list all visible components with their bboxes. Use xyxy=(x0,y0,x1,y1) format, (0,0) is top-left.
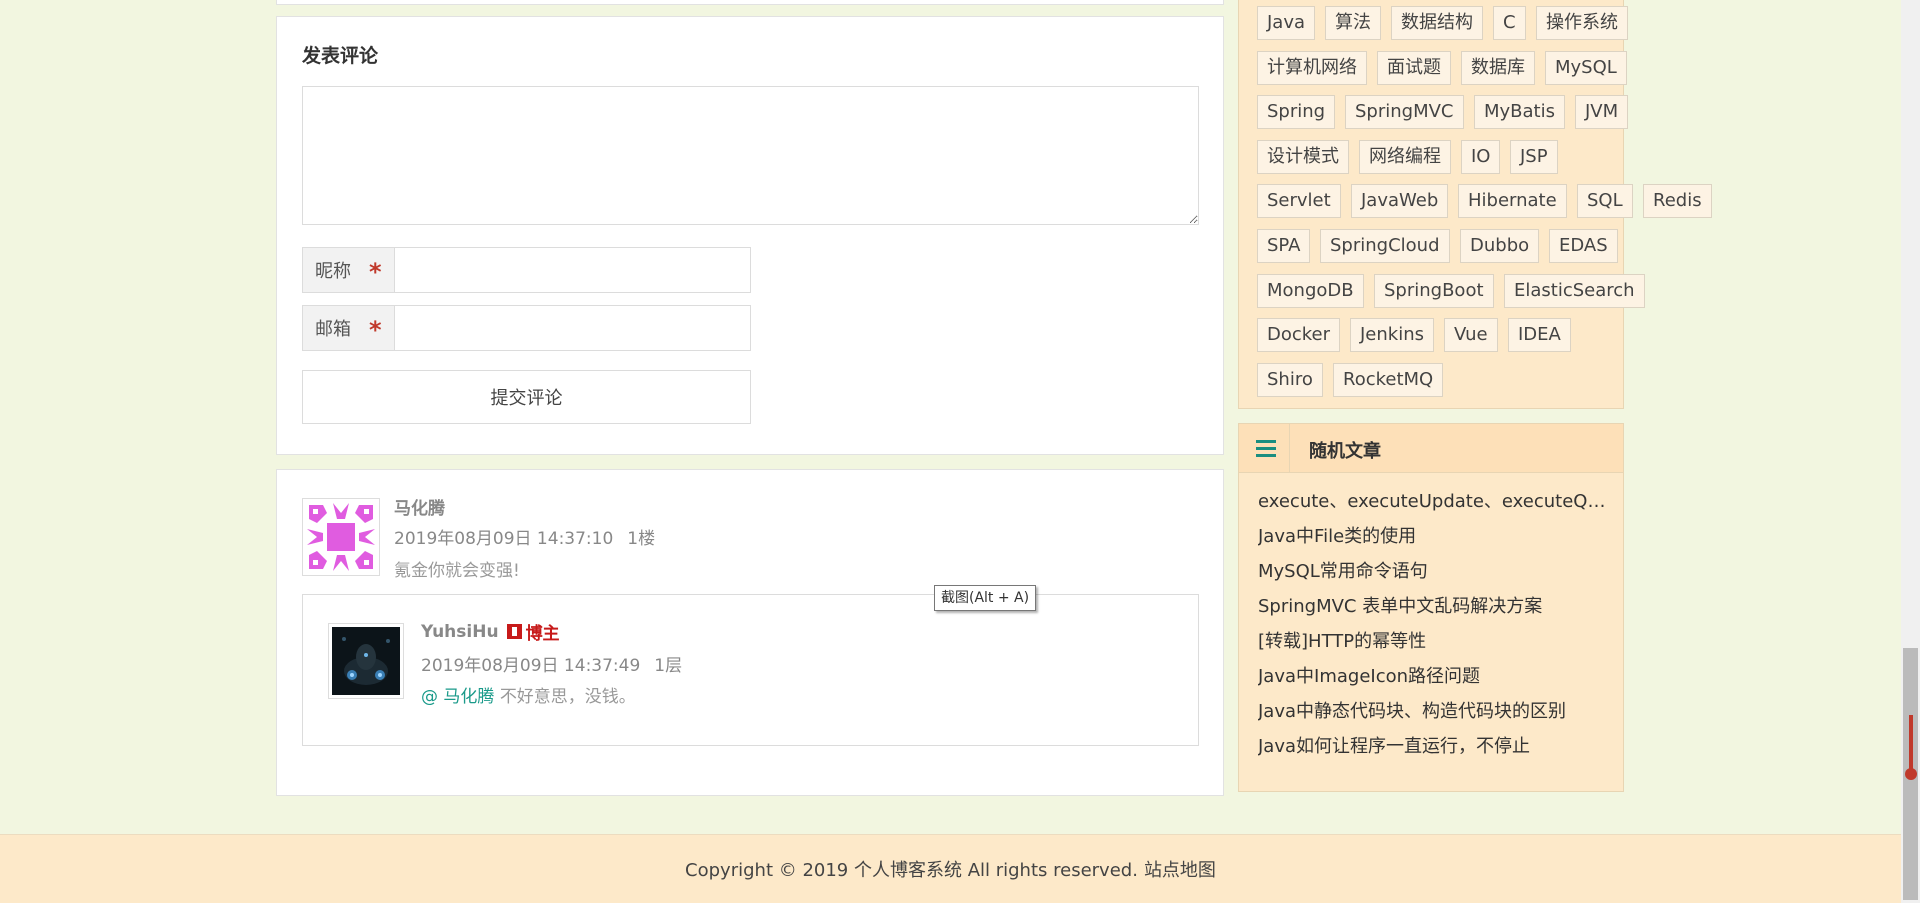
reply-floor: 1层 xyxy=(654,656,683,676)
random-article-link[interactable]: Java中ImageIcon路径问题 xyxy=(1258,659,1608,694)
tag-springboot[interactable]: SpringBoot xyxy=(1374,273,1494,308)
tag--[interactable]: 面试题 xyxy=(1377,50,1451,85)
tag--[interactable]: 数据库 xyxy=(1461,50,1535,85)
comment-floor: 1楼 xyxy=(627,529,656,549)
required-mark: * xyxy=(369,258,382,286)
random-articles-list: execute、executeUpdate、executeQuery三者的区别 … xyxy=(1258,484,1608,764)
email-input[interactable] xyxy=(395,306,750,350)
tag--[interactable]: 网络编程 xyxy=(1359,139,1451,174)
comment-time: 2019年08月09日 14:37:10 xyxy=(394,529,614,549)
thermometer-bulb-icon xyxy=(1905,768,1917,780)
menu-icon xyxy=(1256,440,1276,457)
avatar xyxy=(328,623,404,699)
tag-dubbo[interactable]: Dubbo xyxy=(1460,229,1540,263)
tag-docker[interactable]: Docker xyxy=(1257,318,1341,353)
reply-time: 2019年08月09日 14:37:49 xyxy=(421,656,641,676)
tag-jsp[interactable]: JSP xyxy=(1510,139,1558,174)
comment-form-title: 发表评论 xyxy=(302,45,379,67)
tag--[interactable]: 算法 xyxy=(1325,6,1381,40)
tag-mysql[interactable]: MySQL xyxy=(1545,50,1627,85)
random-article-link[interactable]: execute、executeUpdate、executeQuery三者的区别 xyxy=(1258,484,1608,519)
random-article-link[interactable]: MySQL常用命令语句 xyxy=(1258,554,1608,589)
tag-c[interactable]: C xyxy=(1493,6,1526,40)
owner-badge-icon xyxy=(506,624,522,639)
tag-idea[interactable]: IDEA xyxy=(1508,318,1571,353)
tag-io[interactable]: IO xyxy=(1461,139,1501,174)
previous-panel-edge xyxy=(276,0,1224,5)
game-character-avatar-icon xyxy=(332,627,400,695)
tag-javaweb[interactable]: JavaWeb xyxy=(1351,184,1449,219)
random-article-link[interactable]: [转载]HTTP的幂等性 xyxy=(1258,624,1608,659)
tag-shiro[interactable]: Shiro xyxy=(1257,362,1323,397)
comment-author[interactable]: 马化腾 xyxy=(394,494,445,519)
tag-jvm[interactable]: JVM xyxy=(1575,95,1629,130)
random-article-link[interactable]: Java如何让程序一直运行，不停止 xyxy=(1258,729,1608,764)
comment-list: 马化腾 2019年08月09日 14:37:10 1楼 氪金你就会变强! Yuhs… xyxy=(276,469,1224,796)
random-articles-header: 随机文章 xyxy=(1239,424,1623,473)
comment-form: 发表评论 昵称 * 邮箱 * 提交评论 xyxy=(276,16,1224,455)
tag--[interactable]: 设计模式 xyxy=(1257,139,1349,174)
nickname-field-row: 昵称 * xyxy=(302,247,751,293)
random-article-link[interactable]: Java中File类的使用 xyxy=(1258,519,1608,554)
tag--[interactable]: 计算机网络 xyxy=(1257,50,1367,85)
tag-hibernate[interactable]: Hibernate xyxy=(1458,184,1567,219)
tag-java[interactable]: Java xyxy=(1257,6,1316,40)
avatar xyxy=(302,498,380,576)
tag-jenkins[interactable]: Jenkins xyxy=(1350,318,1435,353)
required-mark: * xyxy=(369,316,382,344)
email-field-row: 邮箱 * xyxy=(302,305,751,351)
reply-meta: 2019年08月09日 14:37:49 1层 xyxy=(421,651,682,676)
random-articles-panel: 随机文章 execute、executeUpdate、executeQuery三… xyxy=(1238,423,1624,792)
reply-content: 不好意思，没钱。 xyxy=(499,687,636,707)
tag--[interactable]: 操作系统 xyxy=(1536,6,1628,40)
tag-spring[interactable]: Spring xyxy=(1257,95,1336,130)
comment-meta: 2019年08月09日 14:37:10 1楼 xyxy=(394,524,655,549)
reply-box: YuhsiHu 博主 2019年08月09日 14:37:49 1层 @ 马化腾 … xyxy=(302,594,1199,746)
random-article-link[interactable]: Java中静态代码块、构造代码块的区别 xyxy=(1258,694,1608,729)
email-label: 邮箱 * xyxy=(303,306,395,350)
comment-textarea[interactable] xyxy=(302,86,1199,225)
reply-mention-link[interactable]: @ 马化腾 xyxy=(421,687,494,707)
identicon-avatar-icon xyxy=(307,503,375,571)
reply-text: @ 马化腾 不好意思，没钱。 xyxy=(421,682,636,707)
tag-springmvc[interactable]: SpringMVC xyxy=(1345,95,1464,130)
tag-mybatis[interactable]: MyBatis xyxy=(1474,95,1565,130)
comment-text: 氪金你就会变强! xyxy=(394,561,520,581)
random-articles-title: 随机文章 xyxy=(1309,441,1381,462)
footer: Copyright © 2019 个人博客系统 All rights reser… xyxy=(0,834,1901,903)
tag-sql[interactable]: SQL xyxy=(1577,184,1633,219)
nickname-input[interactable] xyxy=(395,248,750,292)
sitemap-link[interactable]: 站点地图 xyxy=(1144,856,1216,882)
tag-redis[interactable]: Redis xyxy=(1643,184,1712,219)
owner-badge: 博主 xyxy=(525,624,560,644)
tag-servlet[interactable]: Servlet xyxy=(1257,184,1341,219)
submit-comment-button[interactable]: 提交评论 xyxy=(302,370,751,424)
reply-author: YuhsiHu 博主 xyxy=(421,619,560,645)
tag-cloud-panel: Java 算法 数据结构 C 操作系统计算机网络 面试题 数据库 MySQL Spring Spr… xyxy=(1238,0,1712,409)
tag-elasticsearch[interactable]: ElasticSearch xyxy=(1504,273,1645,308)
nickname-label: 昵称 * xyxy=(303,248,395,292)
random-article-link[interactable]: SpringMVC 表单中文乱码解决方案 xyxy=(1258,589,1608,624)
tag-mongodb[interactable]: MongoDB xyxy=(1257,273,1364,308)
tag-spa[interactable]: SPA xyxy=(1257,229,1311,263)
tag-vue[interactable]: Vue xyxy=(1444,318,1498,353)
tag-rocketmq[interactable]: RocketMQ xyxy=(1333,362,1444,397)
thermometer-icon xyxy=(1909,715,1913,771)
tag--[interactable]: 数据结构 xyxy=(1391,6,1483,40)
page-scrollbar[interactable] xyxy=(1901,0,1920,903)
screenshot-tooltip: 截图(Alt + A) xyxy=(934,585,1037,611)
tag-springcloud[interactable]: SpringCloud xyxy=(1320,229,1450,263)
footer-copyright: Copyright © 2019 个人博客系统 All rights reser… xyxy=(685,860,1138,881)
tag-edas[interactable]: EDAS xyxy=(1549,229,1618,263)
